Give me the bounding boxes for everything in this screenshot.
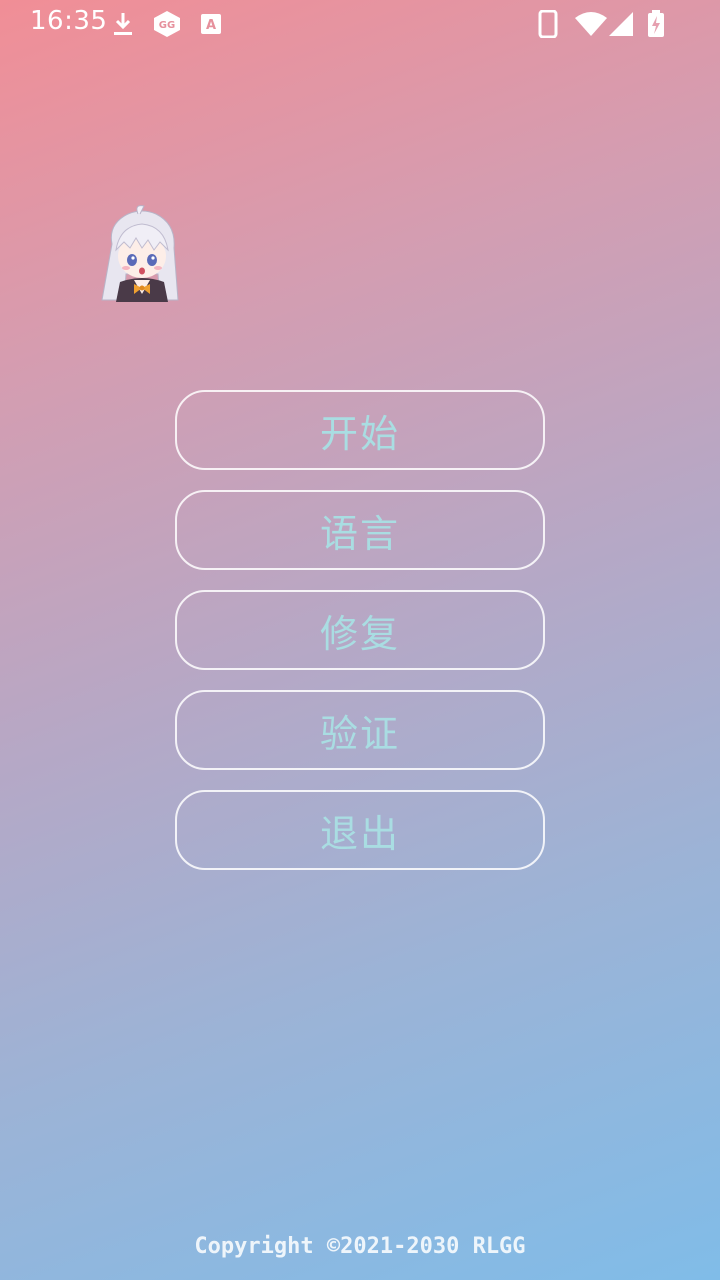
download-icon — [114, 13, 132, 35]
repair-button[interactable]: 修复 — [175, 590, 545, 670]
svg-text:A: A — [206, 18, 216, 33]
gg-app-icon: GG — [154, 11, 180, 37]
main-menu: 开始 语言 修复 验证 退出 — [175, 390, 545, 890]
language-button[interactable]: 语言 — [175, 490, 545, 570]
copyright-text: Copyright ©2021-2030 RLGG — [194, 1234, 526, 1259]
phone-icon — [538, 10, 558, 38]
start-button[interactable]: 开始 — [175, 390, 545, 470]
wifi-icon — [575, 12, 607, 36]
verify-button[interactable]: 验证 — [175, 690, 545, 770]
status-bar: 16:35 GG A — [0, 0, 720, 48]
status-time: 16:35 — [30, 6, 108, 36]
battery-charging-icon — [648, 10, 664, 37]
anime-girl-avatar — [101, 205, 179, 302]
svg-text:GG: GG — [159, 20, 175, 31]
keyboard-a-icon: A — [201, 14, 221, 34]
signal-icon — [609, 12, 633, 36]
exit-button[interactable]: 退出 — [175, 790, 545, 870]
